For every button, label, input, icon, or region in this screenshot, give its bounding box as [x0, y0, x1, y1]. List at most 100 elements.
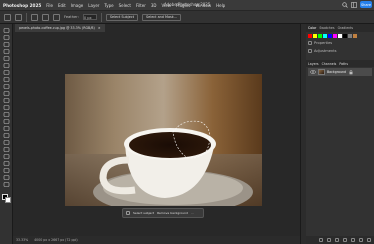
document-tab-label: pexels-photo-coffee-cup.jpg @ 33.3% (RGB… [19, 26, 95, 30]
history-brush-icon[interactable] [3, 105, 10, 110]
mask-icon[interactable] [335, 238, 339, 242]
workspace-icon[interactable] [351, 1, 357, 8]
color-swatch[interactable] [313, 34, 317, 38]
layers-panel-tabs: Layers Channels Paths [306, 60, 374, 67]
healing-brush-icon[interactable] [3, 84, 10, 89]
tab-channels[interactable]: Channels [322, 62, 337, 66]
new-adjustment-icon[interactable] [343, 238, 347, 242]
frame-tool-icon[interactable] [3, 70, 10, 75]
color-swatch[interactable] [348, 34, 352, 38]
canvas-area[interactable]: Select subject Remove background ··· [13, 32, 300, 236]
menu-3d[interactable]: 3D [151, 3, 157, 8]
clone-stamp-icon[interactable] [3, 98, 10, 103]
color-swatch[interactable] [338, 34, 342, 38]
menu-bar: Photoshop 2025 File Edit Image Layer Typ… [0, 0, 374, 10]
add-selection-icon[interactable] [42, 13, 49, 21]
lasso-tool-icon[interactable] [3, 49, 10, 54]
crop-tool-icon[interactable] [3, 63, 10, 68]
color-swatch[interactable] [323, 34, 327, 38]
color-swatch[interactable] [318, 34, 322, 38]
rectangle-tool-icon[interactable] [3, 161, 10, 166]
zoom-level[interactable]: 33.33% [16, 238, 28, 242]
pen-tool-icon[interactable] [3, 140, 10, 145]
layers-footer [306, 236, 374, 244]
marquee-tool-icon[interactable] [3, 42, 10, 47]
status-bar: 33.33% 4000 px x 2667 px (72 ppi) [13, 236, 300, 244]
layer-row[interactable]: Background [308, 68, 372, 76]
layer-name[interactable]: Background [327, 70, 346, 74]
zoom-tool-icon[interactable] [3, 175, 10, 180]
select-subject-action[interactable]: Select subject [133, 211, 154, 215]
color-panel-tabs: Color Swatches Gradients [306, 24, 374, 32]
type-tool-icon[interactable] [3, 147, 10, 152]
color-swatch[interactable] [353, 34, 357, 38]
subtract-selection-icon[interactable] [53, 13, 60, 21]
tab-paths[interactable]: Paths [339, 62, 348, 66]
adjustments-icon[interactable] [308, 49, 312, 53]
adjustments-label[interactable]: Adjustments [314, 49, 337, 53]
home-icon[interactable] [4, 13, 11, 21]
tools-panel [0, 24, 13, 244]
eyedropper-tool-icon[interactable] [3, 77, 10, 82]
more-options-icon[interactable]: ··· [191, 211, 194, 215]
color-swatch[interactable] [333, 34, 337, 38]
color-swatch[interactable] [328, 34, 332, 38]
brush-tool-icon[interactable] [3, 91, 10, 96]
artboard-tool-icon[interactable] [3, 35, 10, 40]
menu-help[interactable]: Help [216, 3, 225, 8]
feather-field[interactable]: 0 px [82, 14, 97, 20]
path-selection-icon[interactable] [3, 154, 10, 159]
select-and-mask-button[interactable]: Select and Mask... [142, 13, 181, 21]
close-icon[interactable]: × [98, 26, 101, 30]
color-swatch[interactable] [308, 34, 312, 38]
eraser-tool-icon[interactable] [3, 112, 10, 117]
gradient-tool-icon[interactable] [3, 119, 10, 124]
lasso-tool-icon[interactable] [15, 13, 22, 21]
tab-swatches[interactable]: Swatches [319, 26, 334, 30]
app-name[interactable]: Photoshop 2025 [3, 3, 41, 8]
menu-select[interactable]: Select [119, 3, 131, 8]
menu-filter[interactable]: Filter [136, 3, 146, 8]
properties-icon[interactable] [308, 41, 312, 45]
trash-icon[interactable] [367, 238, 371, 242]
eye-icon[interactable] [310, 69, 316, 75]
more-tools-icon[interactable] [3, 182, 10, 187]
lock-icon [348, 69, 354, 75]
menu-file[interactable]: File [46, 3, 53, 8]
tab-layers[interactable]: Layers [308, 62, 319, 66]
new-group-icon[interactable] [351, 238, 355, 242]
menu-image[interactable]: Image [71, 3, 84, 8]
remove-background-action[interactable]: Remove background [157, 211, 188, 215]
tab-gradients[interactable]: Gradients [338, 26, 354, 30]
right-tools: Share [342, 1, 372, 8]
background-color-chip[interactable] [5, 197, 11, 203]
move-tool-icon[interactable] [3, 28, 10, 33]
layer-thumbnail [318, 69, 325, 75]
move-handle-icon[interactable] [126, 211, 130, 215]
menu-edit[interactable]: Edit [58, 3, 66, 8]
object-selection-tool-icon[interactable] [3, 56, 10, 61]
link-layers-icon[interactable] [319, 238, 323, 242]
menu-layer[interactable]: Layer [88, 3, 99, 8]
select-subject-button[interactable]: Select Subject [105, 13, 139, 21]
document-tab[interactable]: pexels-photo-coffee-cup.jpg @ 33.3% (RGB… [15, 24, 105, 32]
dodge-tool-icon[interactable] [3, 133, 10, 138]
fx-icon[interactable] [327, 238, 331, 242]
adjustments-row: Adjustments [308, 48, 372, 54]
coffee-cup-photo[interactable] [65, 74, 262, 206]
document-tab-bar: pexels-photo-coffee-cup.jpg @ 33.3% (RGB… [13, 24, 300, 32]
properties-label[interactable]: Properties [314, 41, 332, 45]
menu-type[interactable]: Type [104, 3, 113, 8]
options-bar: Feather: 0 px Select Subject Select and … [0, 10, 374, 24]
feather-value: 0 px [83, 16, 92, 20]
blur-tool-icon[interactable] [3, 126, 10, 131]
color-swatch[interactable] [343, 34, 347, 38]
swatch-row [308, 34, 372, 38]
tab-color[interactable]: Color [308, 26, 316, 30]
new-layer-icon[interactable] [359, 238, 363, 242]
search-icon[interactable] [342, 1, 348, 8]
share-button[interactable]: Share [360, 1, 372, 8]
properties-row: Properties [308, 40, 372, 46]
hand-tool-icon[interactable] [3, 168, 10, 173]
new-selection-icon[interactable] [31, 13, 38, 21]
